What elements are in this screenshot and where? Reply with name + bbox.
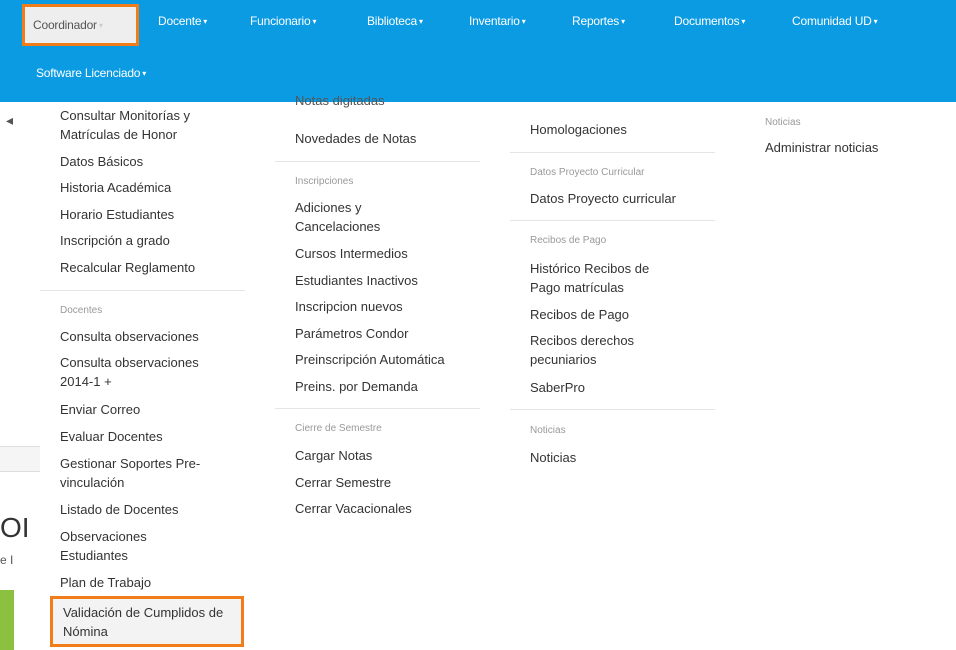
menu-item-evaluar-docentes[interactable]: Evaluar Docentes bbox=[60, 427, 163, 446]
nav-documentos[interactable]: Documentos ▾ bbox=[674, 0, 745, 42]
menu-item-recibos-pago[interactable]: Recibos de Pago bbox=[530, 305, 629, 324]
nav-comunidad-ud[interactable]: Comunidad UD ▾ bbox=[792, 0, 878, 42]
section-header-docentes: Docentes bbox=[60, 305, 103, 316]
nav-label: Docente bbox=[158, 14, 202, 28]
menu-item-gestionar-soportes[interactable]: Gestionar Soportes Pre-vinculación bbox=[60, 454, 230, 492]
menu-item-consulta-observaciones-2014[interactable]: Consulta observaciones 2014-1 + bbox=[60, 353, 230, 391]
nav-label: Documentos bbox=[674, 14, 740, 28]
page-left-arrow-icon: ◂ bbox=[6, 112, 14, 128]
chevron-down-icon: ▾ bbox=[419, 17, 423, 26]
chevron-down-icon: ▾ bbox=[873, 17, 878, 26]
menu-item-cerrar-vacacionales[interactable]: Cerrar Vacacionales bbox=[295, 499, 412, 518]
nav-biblioteca[interactable]: Biblioteca ▾ bbox=[367, 0, 423, 42]
menu-item-datos-proyecto-curricular[interactable]: Datos Proyecto curricular bbox=[530, 189, 676, 208]
menu-item-inscripcion-nuevos[interactable]: Inscripcion nuevos bbox=[295, 297, 403, 316]
chevron-down-icon: ▾ bbox=[741, 17, 746, 26]
menu-item-enviar-correo[interactable]: Enviar Correo bbox=[60, 400, 140, 419]
top-navbar: Coordinador ▾ Docente ▾ Funcionario ▾ Bibli… bbox=[0, 0, 956, 102]
menu-item-estudiantes-inactivos[interactable]: Estudiantes Inactivos bbox=[295, 271, 418, 290]
nav-label: Funcionario bbox=[250, 14, 311, 28]
menu-divider bbox=[510, 409, 715, 410]
section-header-inscripciones: Inscripciones bbox=[295, 176, 354, 187]
section-header-datos-proyecto: Datos Proyecto Curricular bbox=[530, 167, 645, 178]
menu-item-recibos-derechos-pecuniarios[interactable]: Recibos derechos pecuniarios bbox=[530, 331, 660, 369]
menu-item-listado-docentes[interactable]: Listado de Docentes bbox=[60, 500, 179, 519]
menu-item-recalcular-reglamento[interactable]: Recalcular Reglamento bbox=[60, 258, 195, 277]
nav-label: Software Licenciado bbox=[36, 66, 141, 80]
menu-divider bbox=[275, 161, 480, 162]
menu-item-parametros-condor[interactable]: Parámetros Condor bbox=[295, 324, 408, 343]
menu-item-historico-recibos[interactable]: Histórico Recibos de Pago matrículas bbox=[530, 259, 675, 297]
menu-item-noticias[interactable]: Noticias bbox=[530, 448, 576, 467]
chevron-down-icon: ▾ bbox=[521, 17, 526, 26]
nav-label: Coordinador bbox=[33, 18, 97, 32]
nav-row-main: Coordinador ▾ Docente ▾ Funcionario ▾ Bibli… bbox=[0, 0, 956, 46]
menu-item-administrar-noticias[interactable]: Administrar noticias bbox=[765, 138, 878, 157]
menu-item-inscripcion-grado[interactable]: Inscripción a grado bbox=[60, 231, 170, 250]
nav-row-secondary: Software Licenciado ▾ bbox=[0, 52, 956, 98]
menu-item-validacion-cumplidos-nomina[interactable]: Validación de Cumplidos de Nómina bbox=[50, 596, 244, 647]
section-header-cierre-semestre: Cierre de Semestre bbox=[295, 423, 382, 434]
nav-label: Inventario bbox=[469, 14, 520, 28]
menu-item-datos-basicos[interactable]: Datos Básicos bbox=[60, 152, 143, 171]
chevron-down-icon: ▾ bbox=[203, 17, 208, 26]
nav-coordinador[interactable]: Coordinador ▾ bbox=[22, 4, 139, 46]
menu-item-historia-academica[interactable]: Historia Académica bbox=[60, 178, 171, 197]
page-left-edge bbox=[0, 102, 40, 650]
chevron-down-icon: ▾ bbox=[142, 69, 147, 78]
menu-item-observaciones-estudiantes[interactable]: Observaciones Estudiantes bbox=[60, 527, 190, 565]
menu-item-cargar-notas[interactable]: Cargar Notas bbox=[295, 446, 372, 465]
nav-label: Biblioteca bbox=[367, 14, 418, 28]
nav-reportes[interactable]: Reportes ▾ bbox=[572, 0, 625, 42]
chevron-down-icon: ▾ bbox=[621, 17, 625, 26]
nav-funcionario[interactable]: Funcionario ▾ bbox=[250, 0, 317, 42]
page-green-block bbox=[0, 590, 14, 650]
page-text-fragment: e I bbox=[0, 553, 14, 567]
section-header-noticias: Noticias bbox=[765, 117, 801, 128]
menu-item-preins-demanda[interactable]: Preins. por Demanda bbox=[295, 377, 418, 396]
menu-item-novedades-notas[interactable]: Novedades de Notas bbox=[295, 129, 416, 148]
page-heading-fragment: OI bbox=[0, 512, 30, 543]
menu-item-preinscripcion-automatica[interactable]: Preinscripción Automática bbox=[295, 350, 445, 369]
menu-item-plan-trabajo[interactable]: Plan de Trabajo bbox=[60, 573, 151, 592]
nav-label: Comunidad UD bbox=[792, 14, 872, 28]
menu-divider bbox=[510, 220, 715, 221]
menu-item-horario-estudiantes[interactable]: Horario Estudiantes bbox=[60, 205, 174, 224]
menu-item-notas-digitadas[interactable]: Notas digitadas bbox=[295, 96, 385, 110]
menu-item-adiciones-cancelaciones[interactable]: Adiciones y Cancelaciones bbox=[295, 198, 395, 236]
menu-item-consulta-observaciones[interactable]: Consulta observaciones bbox=[60, 327, 199, 346]
section-header-recibos-pago: Recibos de Pago bbox=[530, 235, 607, 246]
page-fragment-bar bbox=[0, 446, 40, 472]
menu-divider bbox=[510, 152, 715, 153]
chevron-down-icon: ▾ bbox=[312, 17, 317, 26]
nav-software-licenciado[interactable]: Software Licenciado ▾ bbox=[36, 52, 146, 94]
nav-label: Reportes bbox=[572, 14, 620, 28]
coordinador-dropdown-menu: Consultar Monitorías y Matrículas de Hon… bbox=[40, 96, 956, 650]
chevron-down-icon: ▾ bbox=[98, 21, 103, 30]
nav-inventario[interactable]: Inventario ▾ bbox=[469, 0, 526, 42]
menu-item-homologaciones[interactable]: Homologaciones bbox=[530, 120, 627, 139]
menu-item-cursos-intermedios[interactable]: Cursos Intermedios bbox=[295, 244, 408, 263]
menu-item-consultar-monitorias[interactable]: Consultar Monitorías y Matrículas de Hon… bbox=[60, 106, 230, 144]
nav-docente[interactable]: Docente ▾ bbox=[158, 0, 207, 42]
menu-divider bbox=[40, 290, 245, 291]
menu-item-cerrar-semestre[interactable]: Cerrar Semestre bbox=[295, 473, 391, 492]
section-header-noticias: Noticias bbox=[530, 425, 566, 436]
menu-item-saberpro[interactable]: SaberPro bbox=[530, 378, 585, 397]
menu-divider bbox=[275, 408, 480, 409]
